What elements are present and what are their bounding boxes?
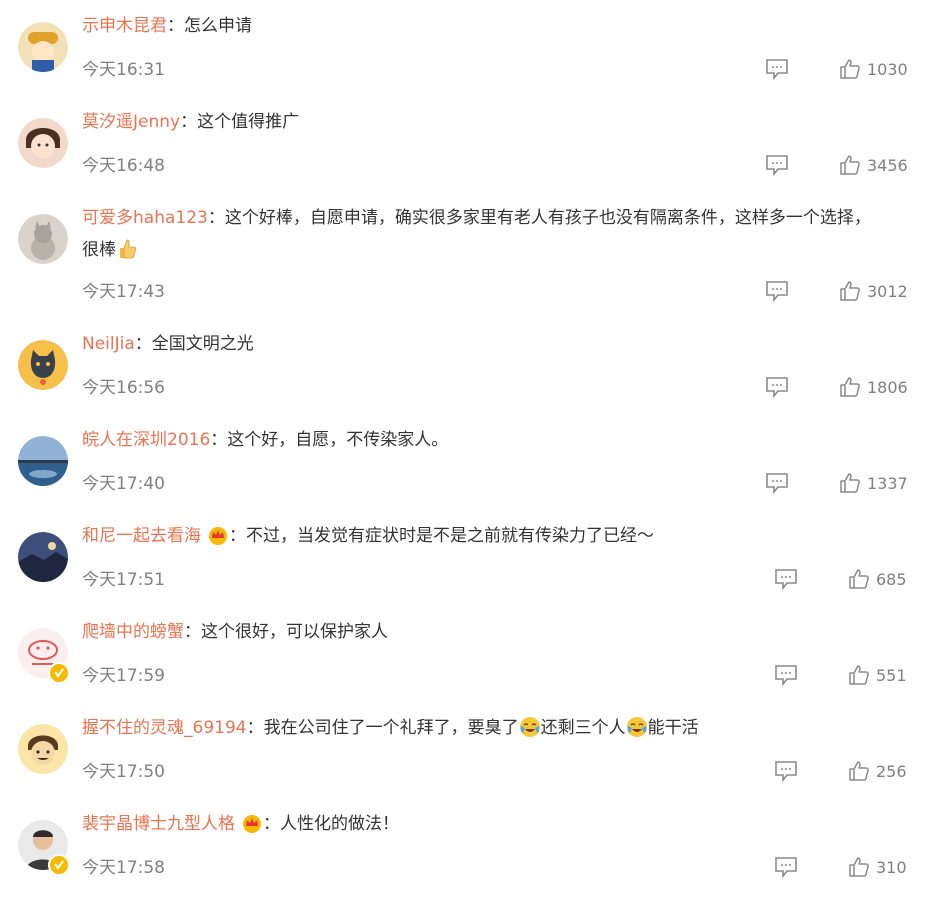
verified-v-icon [48,854,70,876]
comment-line: 握不住的灵魂_69194：我在公司住了一个礼拜了，要臭了 还剩三个人 能干活 [82,712,914,744]
comment-item: 可爱多haha123：这个好棒，自愿申请，确实很多家里有老人有孩子也没有隔离条件… [0,208,934,324]
like-count: 685 [876,570,907,589]
avatar[interactable] [18,532,68,582]
thumbs-up-icon [840,473,860,493]
comment-text: ：人性化的做法！ [263,814,399,834]
comment-item: 握不住的灵魂_69194：我在公司住了一个礼拜了，要臭了 还剩三个人 能干活 今天1… [0,717,934,804]
comment-text: ：这个值得推广 [180,112,300,132]
comment-item: 示申木昆君：怎么申请 今天16:31 1030 [0,16,934,102]
thumbs-up-icon [840,377,860,397]
avatar[interactable] [18,22,68,72]
comment-text: ：怎么申请 [167,16,252,36]
like-count: 1806 [867,378,908,397]
username-link[interactable]: 裴宇晶博士九型人格 [82,814,235,834]
comment-time: 今天17:50 [82,762,165,782]
like-button[interactable]: 1337 [839,472,919,496]
comment-text: ：不过，当发觉有症状时是不是之前就有传染力了已经～ [229,526,654,546]
username-link[interactable]: 可爱多haha123 [82,208,208,228]
reply-button[interactable] [765,58,789,81]
like-button[interactable]: 310 [848,856,918,880]
crying-laughing-emoji-icon [626,716,648,738]
comment-line: 皖人在深圳2016：这个好，自愿，不传染家人。 [82,424,914,456]
username-link[interactable]: 示申木昆君 [82,16,167,36]
comment-text-cont2: 能干活 [647,718,699,738]
username-link[interactable]: NeilJia [82,334,135,354]
thumbs-up-icon [840,59,860,79]
reply-button[interactable] [765,280,789,303]
like-count: 256 [876,762,907,781]
comment-text: ：这个好，自愿，不传染家人。 [210,430,449,450]
thumbs-up-icon [840,281,860,301]
comment-line: 和尼一起去看海 ：不过，当发觉有症状时是不是之前就有传染力了已经～ [82,520,914,552]
like-button[interactable]: 3012 [839,280,919,304]
like-count: 310 [876,858,907,877]
comment-text: ：全国文明之光 [134,334,254,354]
thumbs-up-icon [849,761,869,781]
reply-button[interactable] [765,376,789,399]
thumbs-up-icon [840,155,860,175]
like-count: 551 [876,666,907,685]
username-link[interactable]: 爬墙中的螃蟹 [82,622,184,642]
comment-time: 今天16:56 [82,378,165,398]
like-button[interactable]: 3456 [839,154,919,178]
comment-text-cont: 很棒 [82,240,116,260]
reply-button[interactable] [765,472,789,495]
reply-button[interactable] [774,664,798,687]
like-count: 3456 [867,156,908,175]
avatar[interactable] [18,436,68,486]
comment-line: 爬墙中的螃蟹：这个很好，可以保护家人 [82,616,914,648]
comment-time: 今天17:51 [82,570,165,590]
like-button[interactable]: 551 [848,664,918,688]
comment-line: 裴宇晶博士九型人格 ：人性化的做法！ [82,808,914,840]
comment-line: NeilJia：全国文明之光 [82,328,914,360]
avatar[interactable] [18,340,68,390]
like-button[interactable]: 1030 [839,58,919,82]
comment-item: 和尼一起去看海 ：不过，当发觉有症状时是不是之前就有传染力了已经～ 今天17:51… [0,526,934,612]
crying-laughing-emoji-icon [519,716,541,738]
comment-item: 皖人在深圳2016：这个好，自愿，不传染家人。 今天17:40 1337 [0,430,934,516]
like-count: 3012 [867,282,908,301]
thumbs-up-emoji-icon [116,238,138,260]
thumbs-up-icon [849,665,869,685]
like-button[interactable]: 256 [848,760,918,784]
comment-time: 今天17:40 [82,474,165,494]
comment-item: NeilJia：全国文明之光 今天16:56 1806 [0,334,934,420]
comment-text-cont: 还剩三个人 [540,718,626,738]
comment-line: 示申木昆君：怎么申请 [82,10,914,42]
username-link[interactable]: 皖人在深圳2016 [82,430,210,450]
comment-time: 今天17:43 [82,282,165,302]
reply-button[interactable] [774,760,798,783]
comment-time: 今天17:59 [82,666,165,686]
thumbs-up-icon [849,857,869,877]
reply-button[interactable] [774,856,798,879]
reply-button[interactable] [774,568,798,591]
username-link[interactable]: 莫汐遥Jenny [82,112,180,132]
username-link[interactable]: 和尼一起去看海 [82,526,201,546]
comment-item: 爬墙中的螃蟹：这个很好，可以保护家人 今天17:59 551 [0,622,934,708]
crown-icon [207,524,229,545]
comment-text: ：这个很好，可以保护家人 [184,622,388,642]
reply-button[interactable] [765,154,789,177]
comment-line: 莫汐遥Jenny：这个值得推广 [82,106,914,138]
like-button[interactable]: 685 [848,568,918,592]
comment-text: ：我在公司住了一个礼拜了，要臭了 [246,718,519,738]
like-button[interactable]: 1806 [839,376,919,400]
comment-line: 可爱多haha123：这个好棒，自愿申请，确实很多家里有老人有孩子也没有隔离条件… [82,202,914,266]
comment-text: ：这个好棒，自愿申请，确实很多家里有老人有孩子也没有隔离条件，这样多一个选择， [207,208,871,228]
comment-time: 今天16:48 [82,156,165,176]
verified-v-icon [48,662,70,684]
comment-list: 示申木昆君：怎么申请 今天16:31 1030 莫汐遥Jenny：这个值得推广 … [0,0,934,905]
like-count: 1337 [867,474,908,493]
avatar[interactable] [18,118,68,168]
avatar[interactable] [18,724,68,774]
thumbs-up-icon [849,569,869,589]
avatar[interactable] [18,214,68,264]
comment-item: 莫汐遥Jenny：这个值得推广 今天16:48 3456 [0,112,934,198]
comment-item: 裴宇晶博士九型人格 ：人性化的做法！ 今天17:58 310 [0,814,934,900]
comment-time: 今天17:58 [82,858,165,878]
like-count: 1030 [867,60,908,79]
comment-time: 今天16:31 [82,60,165,80]
username-link[interactable]: 握不住的灵魂_69194 [82,718,247,738]
crown-icon [241,812,263,833]
